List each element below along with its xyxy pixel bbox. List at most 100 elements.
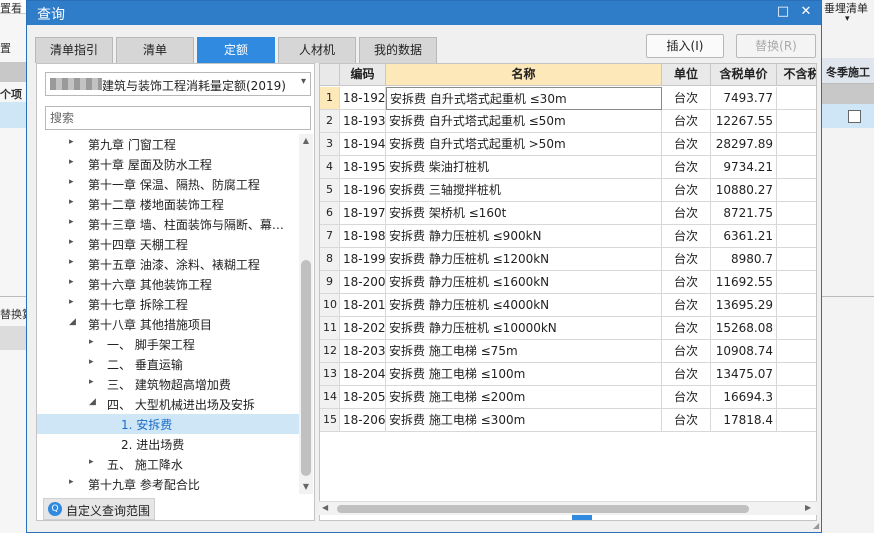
cell-price-with-tax[interactable]: 8721.75 bbox=[711, 202, 777, 225]
cell-code[interactable]: 18-205 bbox=[340, 386, 386, 409]
close-icon[interactable]: ✕ bbox=[798, 4, 814, 20]
expand-icon[interactable]: ▸ bbox=[89, 457, 99, 467]
cell-rownum[interactable]: 13 bbox=[320, 363, 340, 386]
expand-icon[interactable]: ▸ bbox=[69, 477, 79, 487]
tab-quota[interactable]: 定额 bbox=[197, 37, 275, 63]
cell-price-with-tax[interactable]: 8980.7 bbox=[711, 248, 777, 271]
cell-name[interactable]: 安拆费 静力压桩机 ≤900kN bbox=[386, 225, 662, 248]
replace-button[interactable]: 替换(R) bbox=[736, 34, 816, 58]
expand-icon[interactable]: ▸ bbox=[69, 137, 79, 147]
header-price-with-tax[interactable]: 含税单价 bbox=[711, 64, 777, 86]
bg-left-selected-row[interactable] bbox=[0, 102, 26, 128]
cell-rownum[interactable]: 4 bbox=[320, 156, 340, 179]
cell-price-without-tax[interactable]: 1 bbox=[777, 294, 816, 317]
table-row[interactable]: 6 18-197 安拆费 架桥机 ≤160t 台次 8721.75 bbox=[320, 202, 816, 225]
cell-rownum[interactable]: 3 bbox=[320, 133, 340, 156]
cell-rownum[interactable]: 10 bbox=[320, 294, 340, 317]
cell-unit[interactable]: 台次 bbox=[662, 179, 711, 202]
cell-rownum[interactable]: 6 bbox=[320, 202, 340, 225]
scroll-right-icon[interactable]: ▶ bbox=[805, 503, 811, 512]
cell-rownum[interactable]: 5 bbox=[320, 179, 340, 202]
expand-icon[interactable]: ▸ bbox=[89, 377, 99, 387]
tree-node[interactable]: ▸ 五、 施工降水 bbox=[37, 454, 299, 474]
cell-price-with-tax[interactable]: 17818.4 bbox=[711, 409, 777, 432]
table-row[interactable]: 8 18-199 安拆费 静力压桩机 ≤1200kN 台次 8980.7 bbox=[320, 248, 816, 271]
cell-rownum[interactable]: 14 bbox=[320, 386, 340, 409]
cell-price-without-tax[interactable]: 1 bbox=[777, 363, 816, 386]
expand-icon[interactable]: ▸ bbox=[69, 257, 79, 267]
table-row[interactable]: 1318-204安拆费 施工电梯 ≤100m台次13475.071 bbox=[320, 363, 816, 386]
table-row[interactable]: 918-200安拆费 静力压桩机 ≤1600kN台次11692.551 bbox=[320, 271, 816, 294]
scroll-up-icon[interactable]: ▲ bbox=[301, 136, 311, 145]
expand-icon[interactable]: ▸ bbox=[69, 217, 79, 227]
cell-code[interactable]: 18-203 bbox=[340, 340, 386, 363]
cell-name[interactable]: 安拆费 施工电梯 ≤300m bbox=[386, 409, 662, 432]
header-unit[interactable]: 单位 bbox=[662, 64, 711, 86]
winter-construction-checkbox[interactable] bbox=[848, 110, 861, 123]
cell-unit[interactable]: 台次 bbox=[662, 386, 711, 409]
cell-code[interactable]: 18-198 bbox=[340, 225, 386, 248]
tab-my-data[interactable]: 我的数据 bbox=[359, 37, 437, 63]
cell-price-without-tax[interactable] bbox=[777, 156, 816, 179]
cell-code[interactable]: 18-201 bbox=[340, 294, 386, 317]
tree-node[interactable]: 2. 进出场费 bbox=[37, 434, 299, 454]
cell-code[interactable]: 18-197 bbox=[340, 202, 386, 225]
grid-horizontal-scrollbar[interactable]: ◀ ▶ bbox=[319, 501, 817, 515]
cell-price-with-tax[interactable]: 9734.21 bbox=[711, 156, 777, 179]
cell-code[interactable]: 18-194 bbox=[340, 133, 386, 156]
cell-unit[interactable]: 台次 bbox=[662, 409, 711, 432]
expand-icon[interactable]: ▸ bbox=[89, 357, 99, 367]
tree-node[interactable]: ▸ 二、 垂直运输 bbox=[37, 354, 299, 374]
cell-price-without-tax[interactable]: 1 bbox=[777, 340, 816, 363]
tree-node[interactable]: ▸ 一、 脚手架工程 bbox=[37, 334, 299, 354]
tab-labor-material-machine[interactable]: 人材机 bbox=[278, 37, 356, 63]
cell-rownum[interactable]: 7 bbox=[320, 225, 340, 248]
cell-unit[interactable]: 台次 bbox=[662, 340, 711, 363]
cell-price-with-tax[interactable]: 13475.07 bbox=[711, 363, 777, 386]
cell-name[interactable]: 安拆费 架桥机 ≤160t bbox=[386, 202, 662, 225]
cell-unit[interactable]: 台次 bbox=[662, 156, 711, 179]
chevron-down-icon[interactable]: ▾ bbox=[845, 14, 850, 24]
cell-unit[interactable]: 台次 bbox=[662, 225, 711, 248]
cell-name[interactable]: 安拆费 自升式塔式起重机 >50m bbox=[386, 133, 662, 156]
tree-node[interactable]: ▸ 第十一章 保温、隔热、防腐工程 bbox=[37, 174, 299, 194]
tree-node[interactable]: ▸ 第十二章 楼地面装饰工程 bbox=[37, 194, 299, 214]
scroll-left-icon[interactable]: ◀ bbox=[322, 503, 328, 512]
cell-price-without-tax[interactable] bbox=[777, 202, 816, 225]
cell-price-without-tax[interactable] bbox=[777, 248, 816, 271]
table-row[interactable]: 318-194安拆费 自升式塔式起重机 >50m台次28297.892 bbox=[320, 133, 816, 156]
tab-bill[interactable]: 清单 bbox=[116, 37, 194, 63]
cell-unit[interactable]: 台次 bbox=[662, 271, 711, 294]
cell-unit[interactable]: 台次 bbox=[662, 110, 711, 133]
cell-code[interactable]: 18-193 bbox=[340, 110, 386, 133]
dialog-titlebar[interactable]: 查询 □ ✕ bbox=[27, 1, 821, 25]
tree-node[interactable]: ▸ 第十五章 油漆、涂料、裱糊工程 bbox=[37, 254, 299, 274]
cell-name[interactable]: 安拆费 施工电梯 ≤100m bbox=[386, 363, 662, 386]
cell-price-with-tax[interactable]: 15268.08 bbox=[711, 317, 777, 340]
tree-node[interactable]: ▸ 第九章 门窗工程 bbox=[37, 134, 299, 154]
table-row[interactable]: 1518-206安拆费 施工电梯 ≤300m台次17818.41 bbox=[320, 409, 816, 432]
tree-node[interactable]: ▸ 第十四章 天棚工程 bbox=[37, 234, 299, 254]
cell-rownum[interactable]: 15 bbox=[320, 409, 340, 432]
cell-name[interactable]: 安拆费 自升式塔式起重机 ≤50m bbox=[386, 110, 662, 133]
cell-price-without-tax[interactable] bbox=[777, 87, 816, 110]
header-price-without-tax[interactable]: 不含税 bbox=[777, 64, 816, 86]
cell-price-without-tax[interactable]: 1 bbox=[777, 179, 816, 202]
table-row[interactable]: 518-196安拆费 三轴搅拌桩机台次10880.271 bbox=[320, 179, 816, 202]
cell-price-with-tax[interactable]: 10908.74 bbox=[711, 340, 777, 363]
cell-code[interactable]: 18-204 bbox=[340, 363, 386, 386]
header-code[interactable]: 编码 bbox=[340, 64, 386, 86]
expand-icon[interactable]: ▸ bbox=[69, 177, 79, 187]
tree-node[interactable]: ▸ 第十三章 墙、柱面装饰与隔断、幕… bbox=[37, 214, 299, 234]
cell-unit[interactable]: 台次 bbox=[662, 87, 711, 110]
cell-unit[interactable]: 台次 bbox=[662, 133, 711, 156]
cell-code[interactable]: 18-196 bbox=[340, 179, 386, 202]
cell-unit[interactable]: 台次 bbox=[662, 248, 711, 271]
table-row[interactable]: 7 18-198 安拆费 静力压桩机 ≤900kN 台次 6361.21 bbox=[320, 225, 816, 248]
tree-node[interactable]: ▸ 第十九章 参考配合比 bbox=[37, 474, 299, 494]
search-input[interactable] bbox=[45, 106, 311, 130]
tab-bill-guide[interactable]: 清单指引 bbox=[35, 37, 113, 63]
scrollbar-thumb[interactable] bbox=[337, 505, 749, 513]
cell-rownum[interactable]: 11 bbox=[320, 317, 340, 340]
cell-code[interactable]: 18-192 bbox=[340, 87, 386, 110]
